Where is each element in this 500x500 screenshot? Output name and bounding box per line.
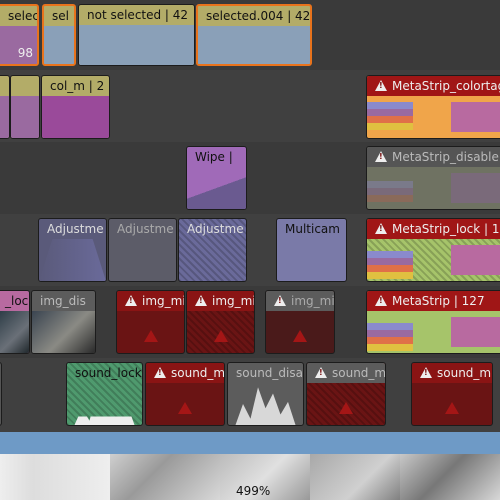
zoom-label: 499%	[236, 484, 271, 498]
image-strip-missing-1[interactable]: img_mi	[116, 290, 185, 354]
color-strip-sel[interactable]: sel	[42, 4, 76, 66]
warning-icon	[195, 295, 207, 306]
strip-header: sound_m	[146, 363, 224, 383]
meta-strip[interactable]: MetaStrip | 127	[366, 290, 500, 354]
missing-media-area	[412, 383, 492, 425]
preview-range-bar[interactable]	[0, 432, 500, 454]
meta-strip-colortag[interactable]: MetaStrip_colortag |	[366, 75, 500, 139]
strip-label: img_mi	[212, 294, 254, 308]
strip-label: selected.004 | 42	[206, 9, 310, 23]
warning-icon	[375, 223, 387, 234]
strip-label: Adjustme	[187, 222, 244, 236]
wipe-strip[interactable]: Wipe |	[186, 146, 247, 210]
strip-label: sound_m	[332, 366, 385, 380]
missing-media-icon	[339, 402, 353, 414]
strip-label: sound_m	[171, 366, 224, 380]
strip-label: _loc	[5, 294, 29, 308]
adjustment-strip-2[interactable]: Adjustme	[108, 218, 177, 282]
meta-strip-contents	[367, 96, 500, 138]
adjustment-strip-1[interactable]: Adjustme	[38, 218, 107, 282]
strip-header: MetaStrip_disable |	[367, 147, 500, 167]
sound-strip-edge[interactable]	[0, 362, 2, 426]
strip-header: MetaStrip_colortag |	[367, 76, 500, 96]
thumbnail	[110, 454, 220, 500]
meta-strip-contents	[367, 167, 500, 209]
color-strip-selected-004[interactable]: selected.004 | 42	[196, 4, 312, 66]
warning-icon	[420, 367, 432, 378]
thumbnail	[310, 454, 400, 500]
strip-label: not selected | 42	[87, 8, 189, 22]
strip-header: sound_m	[412, 363, 492, 383]
strip-label: Adjustme	[117, 222, 174, 236]
meta-strip-contents	[367, 239, 500, 281]
warning-icon	[375, 151, 387, 162]
strip-label: sound_m	[437, 366, 492, 380]
strip-label: selec	[8, 9, 37, 23]
sound-strip-missing-1[interactable]: sound_m	[145, 362, 225, 426]
strip-label: img_mi	[142, 294, 184, 308]
meta-strip-lock[interactable]: MetaStrip_lock | 127	[366, 218, 500, 282]
strip-header: img_mi	[117, 291, 184, 311]
missing-media-icon	[213, 330, 228, 342]
waveform	[235, 387, 296, 425]
warning-icon	[154, 367, 166, 378]
strip-label: MetaStrip | 127	[392, 294, 485, 308]
strip-label: sel	[52, 9, 69, 23]
strip-label: MetaStrip_colortag |	[392, 79, 500, 93]
sound-strip-lock[interactable]: sound_lock	[66, 362, 143, 426]
strip-label: sound_disa	[236, 366, 303, 380]
missing-media-area	[307, 383, 385, 425]
image-strip-dis[interactable]: img_dis	[31, 290, 96, 354]
thumbnail	[400, 454, 500, 500]
sound-strip-missing-2[interactable]: sound_m	[306, 362, 386, 426]
strip-count: 98	[17, 46, 33, 60]
strip-label: Adjustme	[47, 222, 104, 236]
color-strip-b[interactable]	[10, 75, 40, 139]
missing-media-icon	[178, 402, 192, 414]
warning-icon	[315, 367, 327, 378]
missing-media-icon	[445, 402, 459, 414]
strip-label: Wipe |	[195, 150, 233, 164]
missing-media-area	[187, 311, 254, 353]
sound-strip-missing-3[interactable]: sound_m	[411, 362, 493, 426]
strip-header: MetaStrip_lock | 127	[367, 219, 500, 239]
missing-media-icon	[293, 330, 307, 342]
meta-strip-disable[interactable]: MetaStrip_disable |	[366, 146, 500, 210]
strip-label: sound_lock	[75, 366, 142, 380]
warning-icon	[375, 80, 387, 91]
multicam-strip[interactable]: Multicam	[276, 218, 347, 282]
strip-label: MetaStrip_lock | 127	[392, 222, 500, 236]
strip-label: img_dis	[40, 294, 86, 308]
strip-header: img_mi	[187, 291, 254, 311]
color-strip-a[interactable]	[0, 75, 10, 139]
warning-icon	[125, 295, 137, 306]
strip-label: Multicam	[285, 222, 340, 236]
warning-icon	[375, 295, 387, 306]
adjustment-strip-3[interactable]: Adjustme	[178, 218, 247, 282]
waveform	[74, 391, 135, 425]
strip-header: MetaStrip | 127	[367, 291, 500, 311]
image-strip-missing-3[interactable]: img_mi	[265, 290, 335, 354]
strip-header: img_mi	[266, 291, 334, 311]
strip-label: MetaStrip_disable |	[392, 150, 500, 164]
image-strip-loc[interactable]: _loc	[0, 290, 30, 354]
meta-strip-contents	[367, 311, 500, 353]
missing-media-icon	[143, 330, 158, 342]
color-strip-not-selected[interactable]: not selected | 42	[78, 4, 195, 66]
sound-strip-disabled[interactable]: sound_disa	[227, 362, 304, 426]
missing-media-area	[117, 311, 184, 353]
image-strip-missing-2[interactable]: img_mi	[186, 290, 255, 354]
strip-header: sound_m	[307, 363, 385, 383]
missing-media-area	[266, 311, 334, 353]
strip-label: col_m | 2	[50, 79, 105, 93]
color-strip-col-m[interactable]: col_m | 2	[41, 75, 110, 139]
color-strip-selected[interactable]: selec 98	[0, 4, 39, 66]
strip-label: img_mi	[291, 294, 334, 308]
missing-media-area	[146, 383, 224, 425]
thumbnail	[0, 454, 110, 500]
warning-icon	[274, 295, 286, 306]
